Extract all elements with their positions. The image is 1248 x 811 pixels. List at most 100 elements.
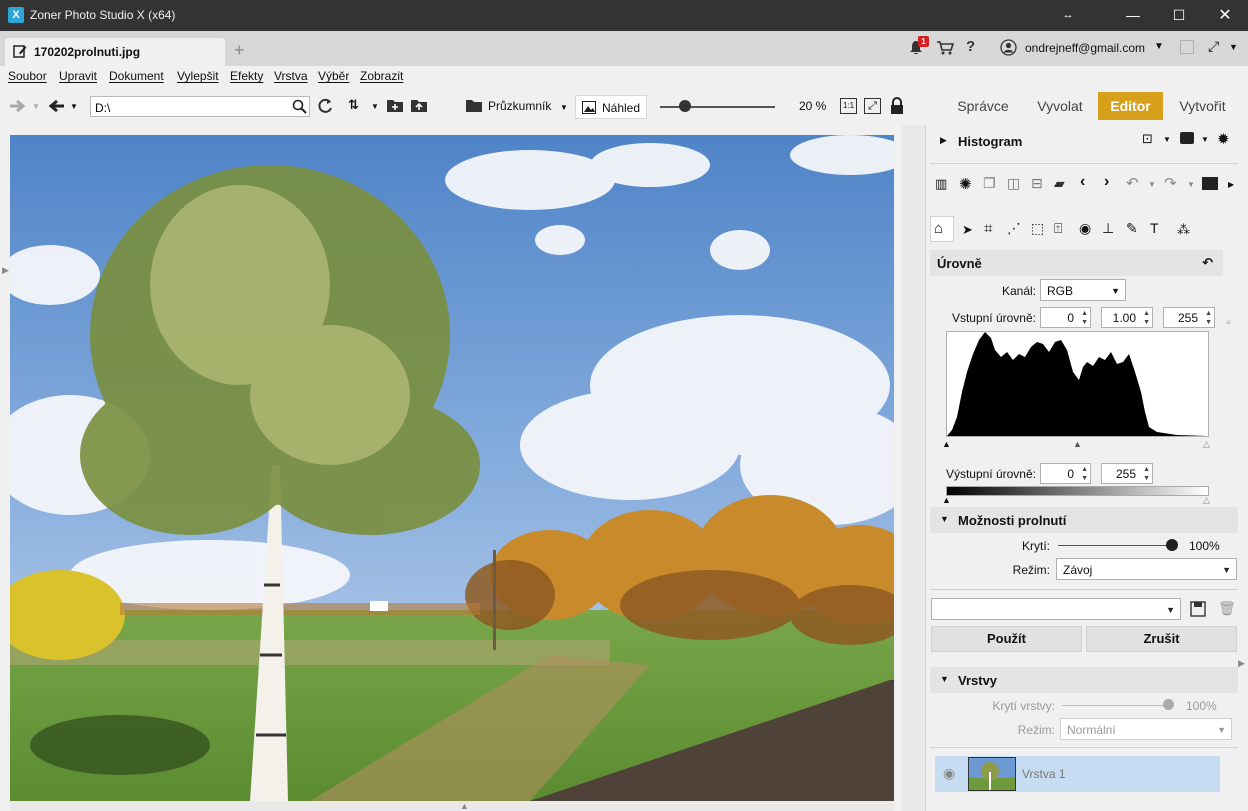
account-email[interactable]: ondrejneff@gmail.com <box>1025 41 1145 55</box>
layer-row[interactable]: ◉ Vrstva 1 <box>935 756 1220 792</box>
canvas-horizontal-scrollbar[interactable] <box>10 801 894 811</box>
menu-vylepsit[interactable]: Vylepšit <box>177 69 219 83</box>
apply-button[interactable]: Použít <box>931 626 1082 652</box>
input-gamma-spinner[interactable]: 1.00 ▲ ▼ <box>1101 307 1153 328</box>
next-chevron-icon[interactable]: › <box>1104 173 1109 191</box>
left-panel-expand-icon[interactable]: ▶ <box>2 265 9 276</box>
text-tool-icon[interactable]: T <box>1150 220 1159 236</box>
fullscreen-dropdown-chevron-icon[interactable]: ▼ <box>1229 42 1238 52</box>
menu-vyber[interactable]: Výběr <box>318 69 349 83</box>
mode-tab-editor[interactable]: Editor <box>1098 92 1163 120</box>
selection-tool-icon[interactable]: ⬚ <box>1031 220 1044 237</box>
explorer-dropdown-chevron-icon[interactable]: ▼ <box>560 103 568 112</box>
menu-efekty[interactable]: Efekty <box>230 69 263 83</box>
cancel-button[interactable]: Zrušit <box>1086 626 1237 652</box>
cart-icon[interactable] <box>936 40 954 56</box>
explorer-button[interactable]: Průzkumník <box>488 99 551 116</box>
input-white-spinner[interactable]: 255 ▲ ▼ <box>1163 307 1215 328</box>
resize-arrows-icon[interactable]: ↔ <box>1045 0 1091 31</box>
sort-dropdown-chevron-icon[interactable]: ▼ <box>371 102 379 111</box>
output-white-marker-icon[interactable]: △ <box>1203 495 1210 506</box>
search-icon[interactable] <box>292 99 307 114</box>
previous-chevron-icon[interactable]: ‹ <box>1080 173 1085 191</box>
undo-dropdown-chevron-icon[interactable]: ▼ <box>1148 180 1156 189</box>
export-tool-icon[interactable]: ⍐ <box>1054 220 1062 237</box>
select-tool-icon[interactable]: ➤ <box>962 222 973 238</box>
zoom-slider-track[interactable] <box>660 106 775 108</box>
panel-toggle-icon[interactable] <box>1180 40 1194 54</box>
opacity-slider-knob[interactable] <box>1166 539 1178 551</box>
effects-tool-icon[interactable]: ⁂ <box>1177 222 1190 238</box>
split-view-icon[interactable]: ⊟ <box>1031 175 1043 192</box>
fullscreen-icon[interactable]: ⤢ <box>1208 38 1219 55</box>
histogram-tool-icon[interactable]: ▥ <box>935 176 947 192</box>
lock-icon[interactable] <box>890 97 904 114</box>
forward-dropdown-chevron-icon[interactable]: ▼ <box>32 102 40 111</box>
preset-select[interactable]: ▼ <box>931 598 1181 620</box>
save-preset-icon[interactable] <box>1190 601 1206 617</box>
levels-header[interactable]: Úrovně ↶ <box>930 250 1223 276</box>
menu-upravit[interactable]: Upravit <box>59 69 97 83</box>
perspective-tool-icon[interactable]: ⋰ <box>1007 220 1021 237</box>
menu-dokument[interactable]: Dokument <box>109 69 164 83</box>
back-dropdown-chevron-icon[interactable]: ▼ <box>70 102 78 111</box>
delete-preset-icon[interactable]: 🗑 <box>1218 600 1236 617</box>
output-black-spinner[interactable]: 0 ▲ ▼ <box>1040 463 1091 484</box>
pin-icon[interactable]: ⊡ <box>1142 131 1153 147</box>
opacity-slider-track[interactable] <box>1058 545 1173 546</box>
channel-select[interactable]: RGB ▼ <box>1040 279 1126 301</box>
mode-tab-spravce[interactable]: Správce <box>952 92 1014 120</box>
layer-opacity-slider-track[interactable] <box>1062 705 1172 706</box>
more-tools-icon[interactable]: ▶ <box>1228 180 1234 189</box>
redo-icon[interactable]: ↷ <box>1164 174 1177 192</box>
mode-tab-vytvorit[interactable]: Vytvořit <box>1170 92 1235 120</box>
canvas-vertical-scrollbar[interactable] <box>902 125 925 811</box>
fit-to-screen-icon[interactable]: ⤢ <box>864 98 881 114</box>
output-black-marker-icon[interactable]: ▲ <box>942 495 951 505</box>
eye-tool-icon[interactable]: ◉ <box>1079 220 1091 237</box>
help-icon[interactable]: ? <box>966 38 975 55</box>
output-white-spinner[interactable]: 255 ▲ ▼ <box>1101 463 1153 484</box>
panel-scroll-grip-icon[interactable]: ≡ <box>1226 318 1234 327</box>
layer-visibility-eye-icon[interactable]: ◉ <box>943 765 955 782</box>
new-folder-icon[interactable] <box>386 98 404 113</box>
copy-icon[interactable]: ❐ <box>983 175 996 192</box>
input-gamma-marker-icon[interactable]: ▲ <box>1073 439 1082 449</box>
minimize-button[interactable]: — <box>1110 0 1156 31</box>
menu-soubor[interactable]: Soubor <box>8 69 47 83</box>
image-export-icon[interactable] <box>1202 177 1218 190</box>
brush-tool-icon[interactable]: ✎ <box>1126 220 1138 237</box>
mask-dropdown-chevron-icon[interactable]: ▼ <box>1201 135 1209 144</box>
home-tool-button[interactable]: ⌂ <box>930 216 954 242</box>
bottom-panel-expand-icon[interactable]: ▲ <box>460 801 469 811</box>
layer-opacity-slider-knob[interactable] <box>1163 699 1174 710</box>
blend-mode-select[interactable]: Závoj ▼ <box>1056 558 1237 580</box>
back-arrow-icon[interactable] <box>46 98 66 114</box>
pin-dropdown-chevron-icon[interactable]: ▼ <box>1163 135 1171 144</box>
sort-icon[interactable]: ⇅ <box>348 97 359 113</box>
user-avatar-icon[interactable] <box>1000 39 1017 56</box>
undo-icon[interactable]: ↶ <box>1126 174 1139 192</box>
stamp-tool-icon[interactable]: ⊥ <box>1102 220 1114 237</box>
input-black-marker-icon[interactable]: ▲ <box>942 439 951 449</box>
document-tab[interactable]: 170202prolnuti.jpg <box>5 38 225 66</box>
layers-header[interactable]: ▼ Vrstvy <box>930 667 1238 693</box>
refresh-icon[interactable] <box>316 97 334 115</box>
zoom-1-to-1-button[interactable]: 1:1 <box>840 98 857 114</box>
right-panel-collapse-icon[interactable]: ▶ <box>1238 658 1245 669</box>
input-black-spinner[interactable]: 0 ▲ ▼ <box>1040 307 1091 328</box>
menu-zobrazit[interactable]: Zobrazit <box>360 69 403 83</box>
path-input[interactable] <box>90 96 310 117</box>
compare-icon[interactable]: ◫ <box>1007 175 1020 192</box>
redo-dropdown-chevron-icon[interactable]: ▼ <box>1187 180 1195 189</box>
input-white-marker-icon[interactable]: △ <box>1203 439 1210 450</box>
mode-tab-vyvolat[interactable]: Vyvolat <box>1030 92 1090 120</box>
forward-arrow-icon[interactable] <box>8 98 28 114</box>
reset-arrow-icon[interactable]: ↶ <box>1202 255 1213 271</box>
blend-options-header[interactable]: ▼ Možnosti prolnutí <box>930 507 1238 533</box>
menu-vrstva[interactable]: Vrstva <box>274 69 308 83</box>
photo-canvas[interactable] <box>10 135 894 801</box>
folder-icon[interactable]: ▰ <box>1054 175 1065 192</box>
folder-up-icon[interactable] <box>410 98 428 113</box>
account-dropdown-chevron-icon[interactable]: ▼ <box>1154 41 1164 52</box>
